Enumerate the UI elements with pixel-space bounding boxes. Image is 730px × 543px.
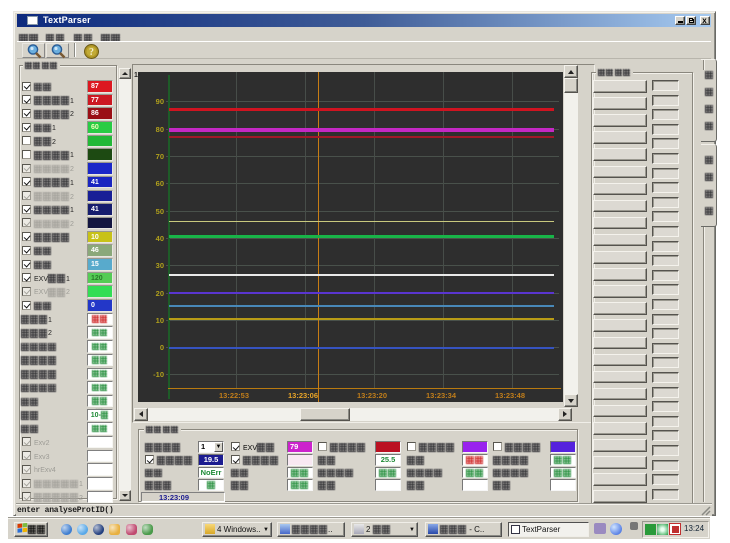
svg-text:?: ? [89,47,94,58]
